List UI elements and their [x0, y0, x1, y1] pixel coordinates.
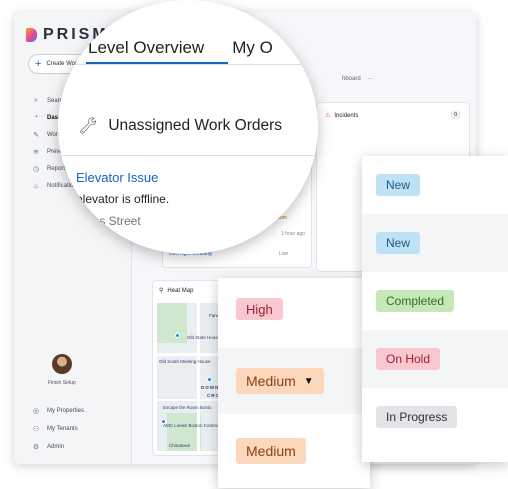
tab-dashboard-partial[interactable]: hboard ···	[342, 76, 373, 82]
map-label: Old State House	[187, 335, 221, 340]
tab-level-overview[interactable]: Level Overview	[88, 38, 204, 58]
incidents-header: ⚠ Incidents 0	[317, 103, 469, 127]
badge-label: Medium	[246, 373, 296, 389]
warning-icon: ⚠	[325, 112, 331, 119]
sidebar-item-my-tenants[interactable]: ⚇ My Tenants	[32, 420, 84, 438]
dashboard-icon: ◔	[33, 114, 39, 121]
plus-icon: +	[35, 57, 42, 70]
divider	[58, 64, 318, 65]
properties-icon: ◎	[32, 408, 40, 415]
status-badge-new[interactable]: New	[376, 174, 421, 196]
divider	[58, 155, 318, 156]
tab-label: hboard	[342, 76, 361, 82]
reports-icon: ◷	[32, 165, 40, 173]
search-icon: ⌕	[34, 96, 38, 104]
sidebar-item-admin[interactable]: ⚙ Admin	[32, 438, 84, 456]
sidebar-item-label: My Tenants	[47, 426, 78, 432]
admin-icon: ⚙	[32, 444, 40, 451]
zoom-magnifier: Level Overview My O 🔧︎ Unassigned Work O…	[58, 0, 318, 254]
status-badge-completed[interactable]: Completed	[376, 290, 455, 312]
map-park	[157, 303, 187, 343]
badge-label: On Hold	[386, 352, 431, 366]
tab-more[interactable]: ···	[367, 76, 373, 82]
wrench-icon: 🔧︎	[78, 118, 99, 135]
sidebar-item-my-properties[interactable]: ◎ My Properties	[32, 402, 84, 420]
priority-badge: Low	[279, 251, 289, 257]
badge-label: New	[386, 236, 411, 250]
sidebar-bottom-nav: ◎ My Properties ⚇ My Tenants ⚙ Admin	[32, 402, 84, 456]
badge-label: In Progress	[386, 410, 448, 424]
priority-row: High	[218, 278, 370, 344]
tenants-icon: ⚇	[32, 426, 40, 433]
work-order-title[interactable]: Elevator Issue	[76, 170, 158, 185]
work-order-description: elevator is offline.	[76, 192, 170, 206]
timestamp: 1 hour ago	[281, 231, 305, 237]
sidebar-item-label: My Properties	[47, 408, 85, 414]
sidebar-item-label: Admin	[47, 444, 65, 450]
badge-label: High	[246, 301, 273, 317]
section-title: Unassigned Work Orders	[108, 117, 283, 134]
priority-dropdown-medium[interactable]: Medium ▼	[236, 368, 324, 394]
map-label: Old South Meeting House	[159, 359, 211, 364]
chevron-down-icon: ▼	[303, 375, 314, 387]
priority-row: Medium	[218, 418, 370, 484]
priority-panel: High Medium ▼ Medium	[218, 278, 370, 488]
priority-badge-medium[interactable]: Medium	[236, 438, 306, 464]
work-icon: ✎	[33, 131, 39, 139]
map-pin[interactable]	[161, 419, 166, 424]
stage: PRISM + Create Work ⌕ Search ◔ Dashb ✎ W…	[0, 0, 508, 489]
work-order-address: gress Street	[76, 214, 141, 228]
map-pin-icon: ⚲	[159, 288, 164, 294]
section-header: 🔧︎ Unassigned Work Orders	[78, 116, 282, 136]
map-label: Chinatown	[169, 443, 191, 448]
status-row: New	[362, 156, 508, 214]
badge-label: New	[386, 178, 411, 192]
incidents-count: 0	[450, 111, 461, 119]
badge-label: Medium	[246, 443, 296, 459]
status-row: Completed	[362, 272, 508, 330]
finish-setup-label: Finish Setup	[48, 380, 76, 386]
status-badge-new[interactable]: New	[376, 232, 421, 254]
status-row: On Hold	[362, 330, 508, 388]
status-panel: New New Completed On Hold In Progress	[362, 156, 508, 462]
avatar	[51, 354, 72, 374]
finish-setup[interactable]: Finish Setup	[48, 354, 76, 386]
map-pin[interactable]	[175, 333, 180, 338]
map-road	[197, 303, 200, 451]
priority-badge-high[interactable]: High	[236, 298, 283, 320]
incidents-title: Incidents	[334, 112, 359, 119]
map-pin[interactable]	[207, 377, 212, 382]
status-row: In Progress	[362, 388, 508, 446]
status-row: New	[362, 214, 508, 272]
heat-map-title: Heat Map	[167, 287, 194, 294]
prism-logo-icon	[26, 28, 37, 42]
status-badge-in-progress[interactable]: In Progress	[376, 406, 458, 428]
map-label: Escape the Room Bosto	[163, 405, 212, 410]
preventive-icon: ≋	[33, 148, 39, 156]
badge-label: Completed	[386, 294, 445, 308]
tab-my-orders[interactable]: My O	[232, 38, 273, 58]
status-badge-on-hold[interactable]: On Hold	[376, 348, 441, 370]
tab-bar: Level Overview My O	[88, 38, 273, 58]
priority-row: Medium ▼	[218, 348, 370, 414]
bell-icon: ♨	[32, 182, 40, 190]
